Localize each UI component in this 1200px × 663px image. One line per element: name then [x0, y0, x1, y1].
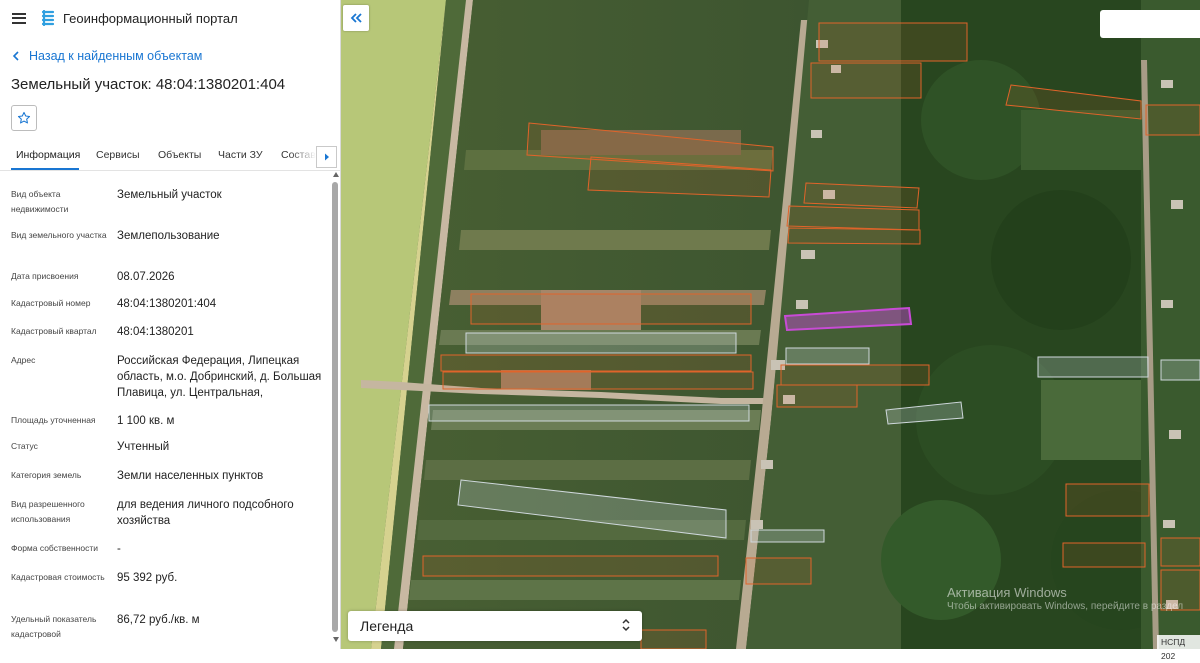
back-link[interactable]: Назад к найденным объектам [12, 49, 202, 63]
property-label: Вид разрешенного использования [11, 499, 85, 524]
chevron-left-icon [12, 51, 19, 61]
property-value: Российская Федерация, Липецкая область, … [117, 355, 322, 399]
page-title: Земельный участок: 48:04:1380201:404 [11, 76, 286, 93]
property-value: 08.07.2026 [117, 271, 175, 283]
portal-logo [41, 10, 55, 26]
tab-parcel-parts[interactable]: Части ЗУ [218, 149, 263, 161]
property-value: - [117, 543, 121, 555]
collapse-sidebar-button[interactable] [343, 5, 369, 31]
tab-fade [290, 144, 316, 168]
property-value: 95 392 руб. [117, 572, 178, 584]
tab-information[interactable]: Информация [16, 149, 80, 161]
tab-services[interactable]: Сервисы [96, 149, 140, 161]
properties-list: Вид объекта недвижимости Земельный участ… [0, 170, 330, 649]
legend-dropdown[interactable]: Легенда [348, 611, 642, 641]
tab-objects[interactable]: Объекты [158, 149, 201, 161]
property-label: Категория земель [11, 470, 82, 480]
property-label: Вид земельного участка [11, 230, 107, 240]
double-chevron-left-icon [350, 13, 362, 23]
property-label: Статус [11, 441, 38, 451]
legend-label: Легенда [360, 618, 414, 634]
property-label: Удельный показатель кадастровой [11, 614, 97, 639]
scrollbar-thumb[interactable] [332, 182, 338, 632]
windows-watermark-title: Активация Windows [947, 585, 1067, 600]
app-title: Геоинформационный портал [63, 10, 238, 26]
windows-watermark-text: Чтобы активировать Windows, перейдите в … [947, 601, 1184, 612]
map-search-box[interactable] [1100, 10, 1200, 38]
property-value: для ведения личного подсобного хозяйства [117, 499, 294, 527]
favorite-button[interactable] [11, 105, 37, 131]
property-label: Форма собственности [11, 543, 98, 553]
property-label: Вид объекта недвижимости [11, 189, 69, 214]
hamburger-icon[interactable] [12, 12, 26, 24]
property-label: Адрес [11, 355, 36, 365]
property-value: 1 100 кв. м [117, 415, 175, 427]
property-label: Площадь уточненная [11, 415, 96, 425]
app-header: Геоинформационный портал [0, 0, 340, 36]
property-value: Земли населенных пунктов [117, 470, 264, 482]
satellite-imagery [341, 0, 1200, 649]
map-view[interactable] [341, 0, 1200, 649]
scroll-up-arrow-icon[interactable] [333, 172, 339, 177]
tabs-next-button[interactable] [316, 146, 337, 168]
property-value: Земельный участок [117, 189, 222, 201]
property-label: Кадастровый квартал [11, 326, 97, 336]
property-value: 86,72 руб./кв. м [117, 614, 200, 626]
back-link-label: Назад к найденным объектам [29, 49, 203, 63]
star-outline-icon [17, 111, 31, 124]
property-value: Землепользование [117, 230, 220, 242]
info-sidebar: Геоинформационный портал Назад к найденн… [0, 0, 341, 649]
property-value: 48:04:1380201 [117, 326, 194, 338]
property-label: Кадастровая стоимость [11, 572, 105, 582]
property-value: Учтенный [117, 441, 170, 453]
property-label: Кадастровый номер [11, 298, 91, 308]
tab-bar: Информация Сервисы Объекты Части ЗУ Сост… [0, 144, 340, 171]
property-label: Дата присвоения [11, 271, 79, 281]
chevron-right-icon [324, 153, 329, 161]
unfold-icon [622, 618, 630, 632]
property-value: 48:04:1380201:404 [117, 298, 217, 310]
map-credit: НСПД 202 [1157, 635, 1200, 661]
scroll-down-arrow-icon[interactable] [333, 637, 339, 642]
